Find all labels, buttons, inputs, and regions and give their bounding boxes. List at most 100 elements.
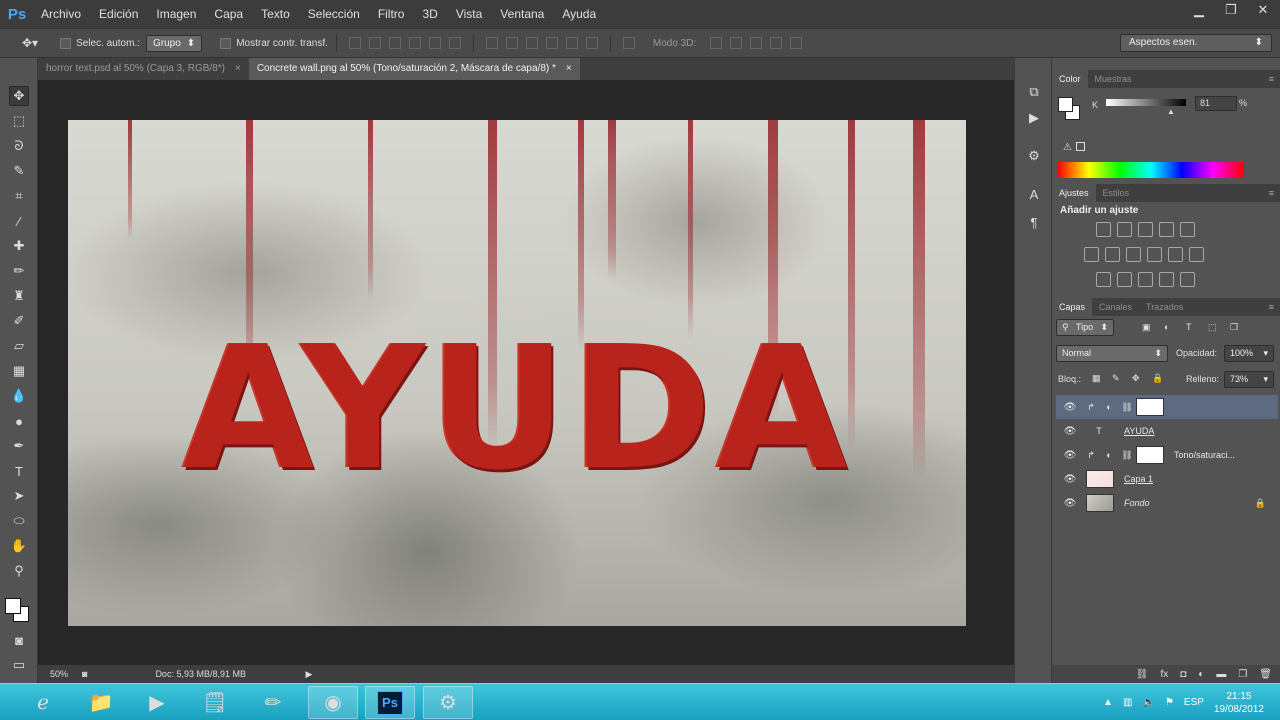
distribute-bottom-icon[interactable] <box>525 37 538 49</box>
menu-filtro[interactable]: Filtro <box>369 0 414 28</box>
healing-brush-tool-icon[interactable]: ✚ <box>9 236 29 256</box>
new-group-icon[interactable]: ▬ <box>1216 669 1226 680</box>
panel-menu-icon[interactable]: ≡ <box>1269 188 1274 198</box>
eye-icon[interactable]: 👁 <box>1060 450 1080 461</box>
menu-imagen[interactable]: Imagen <box>147 0 205 28</box>
menu-vista[interactable]: Vista <box>447 0 491 28</box>
screen-mode-icon[interactable]: ▭ <box>9 655 29 675</box>
pan-3d-icon[interactable] <box>750 37 763 49</box>
zoom-tool-icon[interactable]: ⚲ <box>9 561 29 581</box>
marquee-tool-icon[interactable]: ⬚ <box>9 111 29 131</box>
app-icon[interactable]: ⚙ <box>423 686 473 719</box>
add-mask-icon[interactable]: ◘ <box>1180 669 1186 680</box>
eye-icon[interactable]: 👁 <box>1060 426 1080 437</box>
menu-ventana[interactable]: Ventana <box>491 0 553 28</box>
web-safe-icon[interactable] <box>1076 142 1085 151</box>
close-icon[interactable]: ✕ <box>1254 2 1272 18</box>
color-balance-icon[interactable] <box>1105 247 1120 262</box>
filter-adjustment-icon[interactable]: ◐ <box>1164 322 1169 332</box>
volume-icon[interactable]: 🔈 <box>1143 697 1155 708</box>
tab-styles[interactable]: Estilos <box>1096 184 1137 202</box>
layer-row[interactable]: 👁 ↱ ◐ ⛓ <box>1056 395 1278 419</box>
clock[interactable]: 21:15 19/08/2012 <box>1214 690 1264 716</box>
opacity-field[interactable]: 100% ▾ <box>1224 345 1274 362</box>
threshold-icon[interactable] <box>1138 272 1153 287</box>
menu-3d[interactable]: 3D <box>413 0 446 28</box>
notes-icon[interactable]: 🗒 <box>190 686 240 719</box>
link-icon[interactable]: ⛓ <box>1120 450 1134 461</box>
photo-filter-icon[interactable] <box>1147 247 1162 262</box>
gradient-map-icon[interactable] <box>1180 272 1195 287</box>
internet-explorer-icon[interactable]: ℯ <box>18 686 68 719</box>
eyedropper-tool-icon[interactable]: ⁄ <box>9 211 29 231</box>
lock-transparency-icon[interactable]: ▦ <box>1092 373 1101 384</box>
tab-adjustments[interactable]: Ajustes <box>1052 184 1096 202</box>
tab-color[interactable]: Color <box>1052 70 1088 88</box>
actions-panel-icon[interactable]: ▶ <box>1026 110 1042 126</box>
posterize-icon[interactable] <box>1117 272 1132 287</box>
close-icon[interactable]: × <box>566 58 572 80</box>
distribute-left-icon[interactable] <box>545 37 558 49</box>
eye-icon[interactable]: 👁 <box>1060 402 1080 413</box>
zoom-level[interactable]: 50% <box>38 669 78 679</box>
align-bottom-icon[interactable] <box>388 37 401 49</box>
gamut-warning-icon[interactable]: ⚠ <box>1063 142 1072 153</box>
type-tool-icon[interactable]: T <box>9 461 29 481</box>
tab-layers[interactable]: Capas <box>1052 298 1093 316</box>
color-spectrum-bar[interactable] <box>1058 162 1244 178</box>
roll-3d-icon[interactable] <box>730 37 743 49</box>
distribute-top-icon[interactable] <box>485 37 498 49</box>
link-icon[interactable]: ⛓ <box>1120 402 1134 413</box>
new-adjustment-icon[interactable]: ◐ <box>1198 669 1204 680</box>
move-tool-icon[interactable]: ✥ <box>9 86 29 106</box>
layer-row[interactable]: 👁 ↱ ◐ ⛓ Tono/saturaci... <box>1056 443 1278 467</box>
quick-select-tool-icon[interactable]: ✎ <box>9 161 29 181</box>
quick-mask-icon[interactable]: ◙ <box>9 630 29 650</box>
lock-all-icon[interactable]: 🔒 <box>1152 373 1163 384</box>
trash-icon[interactable]: 🗑 <box>1259 669 1272 680</box>
curves-icon[interactable] <box>1138 222 1153 237</box>
chrome-icon[interactable]: ◉ <box>308 686 358 719</box>
align-vcenter-icon[interactable] <box>368 37 381 49</box>
fill-field[interactable]: 73% ▾ <box>1224 371 1274 388</box>
tab-swatches[interactable]: Muestras <box>1088 70 1139 88</box>
clone-stamp-tool-icon[interactable]: ♜ <box>9 286 29 306</box>
flag-icon[interactable]: ⚑ <box>1165 697 1174 708</box>
slider-thumb-icon[interactable]: ▲ <box>1167 107 1175 116</box>
foreground-color-swatch[interactable] <box>1058 97 1073 112</box>
panel-menu-icon[interactable]: ≡ <box>1269 302 1274 312</box>
lasso-tool-icon[interactable]: ᘐ <box>9 136 29 156</box>
channel-mixer-icon[interactable] <box>1168 247 1183 262</box>
show-transform-checkbox[interactable] <box>220 37 232 49</box>
align-left-icon[interactable] <box>408 37 421 49</box>
workspace-dropdown[interactable]: Aspectos esen. ⬍ <box>1120 34 1272 52</box>
properties-panel-icon[interactable]: ⚙ <box>1026 148 1042 164</box>
layer-mask-thumbnail[interactable] <box>1136 446 1164 464</box>
layer-filter-dropdown[interactable]: ⚲ Tipo ⬍ <box>1056 319 1114 336</box>
k-value-field[interactable]: 81 <box>1195 96 1237 111</box>
filter-shape-icon[interactable]: ⬚ <box>1208 322 1217 333</box>
new-layer-icon[interactable]: ❐ <box>1238 669 1247 680</box>
auto-select-checkbox[interactable] <box>60 37 72 49</box>
levels-icon[interactable] <box>1117 222 1132 237</box>
fx-icon[interactable]: fx <box>1160 669 1168 680</box>
align-hcenter-icon[interactable] <box>428 37 441 49</box>
scale-3d-icon[interactable] <box>790 37 803 49</box>
invert-icon[interactable] <box>1096 272 1111 287</box>
black-white-icon[interactable] <box>1126 247 1141 262</box>
maximize-icon[interactable]: ❐ <box>1222 2 1240 18</box>
canvas-area[interactable]: AYUDA <box>38 80 1014 665</box>
lock-pixels-icon[interactable]: ✎ <box>1112 373 1120 384</box>
selective-color-icon[interactable] <box>1159 272 1174 287</box>
menu-texto[interactable]: Texto <box>252 0 299 28</box>
exposure-icon[interactable] <box>1159 222 1174 237</box>
menu-seleccion[interactable]: Selección <box>299 0 369 28</box>
history-brush-tool-icon[interactable]: ✐ <box>9 311 29 331</box>
layer-thumbnail[interactable] <box>1086 494 1114 512</box>
layer-mask-thumbnail[interactable] <box>1136 398 1164 416</box>
layer-thumbnail[interactable] <box>1086 470 1114 488</box>
distribute-right-icon[interactable] <box>585 37 598 49</box>
proof-icon[interactable]: ◙ <box>82 669 87 679</box>
eraser-tool-icon[interactable]: ▱ <box>9 336 29 356</box>
file-explorer-icon[interactable]: 📁 <box>76 686 126 719</box>
